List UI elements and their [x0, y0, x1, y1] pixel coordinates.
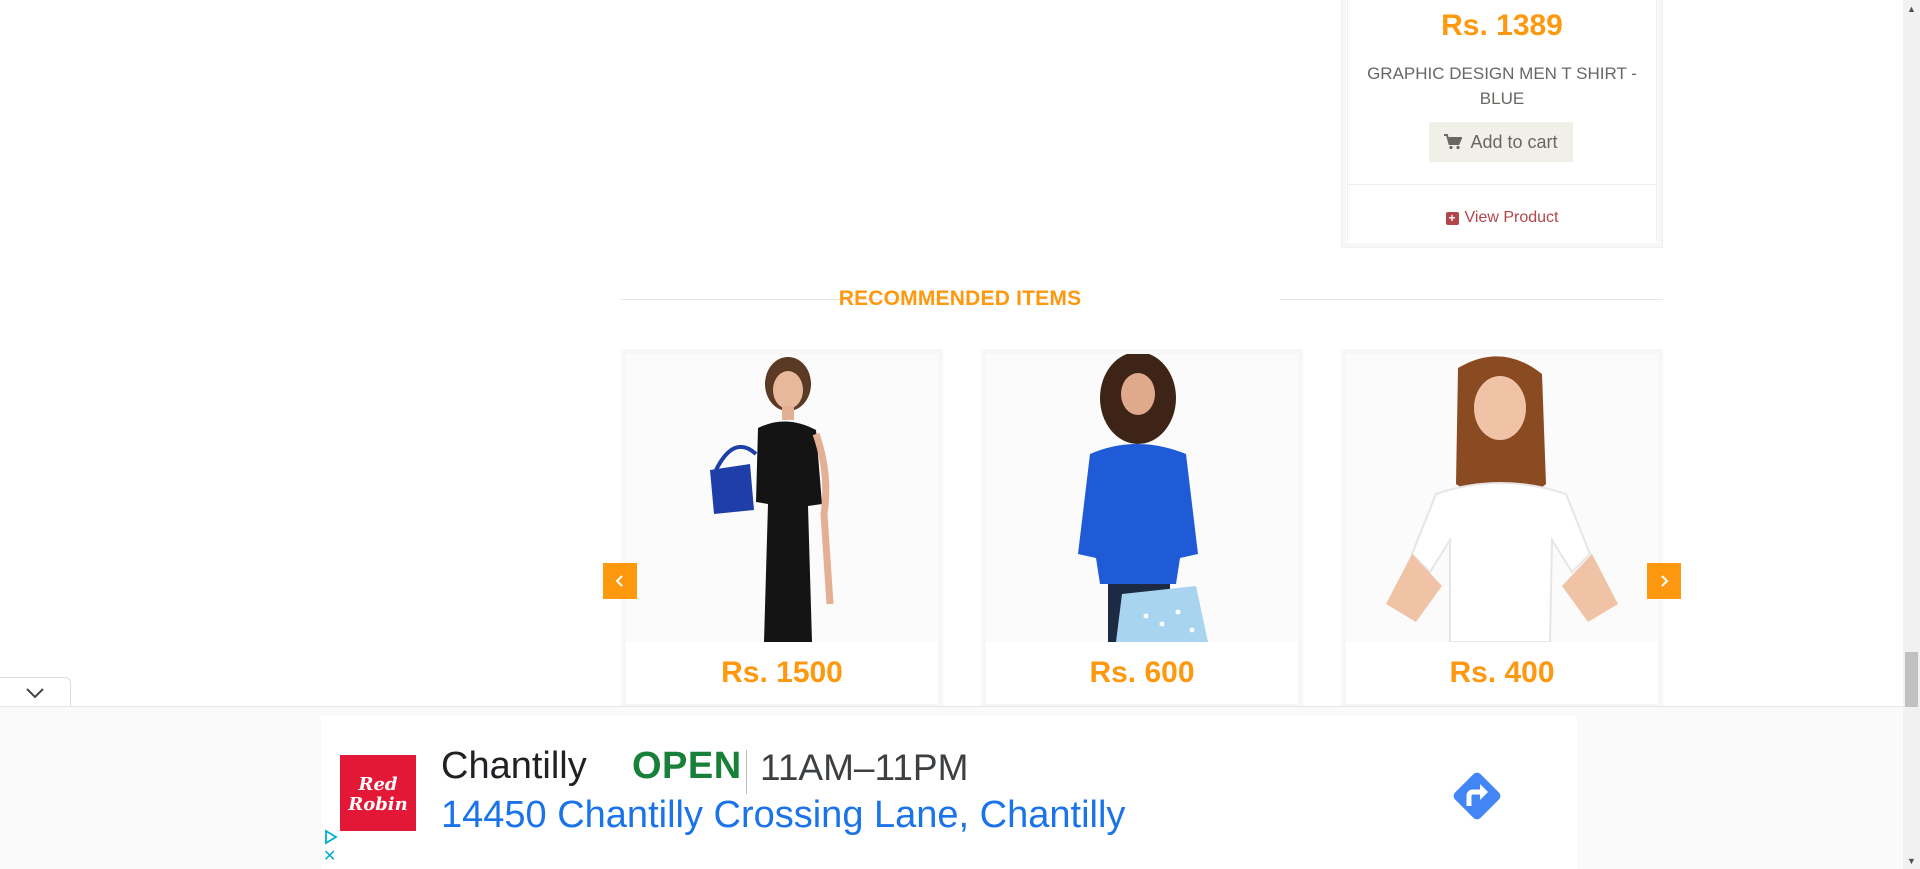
ad-location-name[interactable]: Chantilly	[441, 745, 587, 788]
add-to-cart-label: Add to cart	[1470, 131, 1558, 152]
ad-collapse-button[interactable]	[0, 677, 71, 707]
recommended-item-card: Rs. 1500	[621, 349, 943, 709]
shopping-cart-icon	[1444, 134, 1463, 150]
recommended-item-price: Rs. 600	[1089, 656, 1195, 689]
directions-icon[interactable]	[1445, 764, 1509, 828]
ad-open-status: OPEN	[632, 745, 742, 787]
ad-choices-icon[interactable]	[323, 829, 339, 845]
ad-close-icon[interactable]: ✕	[323, 849, 339, 865]
carousel-next-button[interactable]	[1647, 563, 1681, 599]
scrollbar-thumb[interactable]	[1905, 652, 1918, 707]
page-scrollbar[interactable]: ▲ ▼	[1903, 0, 1920, 869]
recommended-items-title: RECOMMENDED ITEMS	[838, 287, 1082, 310]
recommended-item-card: Rs. 600	[981, 349, 1303, 709]
product-price: Rs. 1389	[1441, 9, 1563, 42]
ad-content[interactable]	[321, 716, 1577, 869]
svg-text:Red: Red	[358, 774, 398, 795]
chevron-down-icon	[26, 687, 44, 698]
chevron-right-icon	[1661, 575, 1669, 587]
chevron-left-icon	[615, 575, 623, 587]
plus-square-icon: +	[1445, 211, 1459, 225]
svg-text:Robin: Robin	[347, 794, 407, 815]
red-robin-logo[interactable]: Red Robin	[340, 755, 416, 831]
carousel-prev-button[interactable]	[603, 563, 637, 599]
ad-hours: 11AM–11PM	[760, 747, 969, 788]
recommended-item-price: Rs. 1500	[721, 656, 843, 689]
woman-blue-top-image	[986, 354, 1298, 642]
scroll-up-icon[interactable]: ▲	[1903, 0, 1920, 17]
product-name: GRAPHIC DESIGN MEN T SHIRT - BLUE	[1367, 64, 1637, 108]
scroll-down-icon[interactable]: ▼	[1903, 852, 1920, 869]
view-product-link[interactable]: + View Product	[1341, 209, 1663, 227]
recommended-item-price: Rs. 400	[1449, 656, 1555, 689]
woman-white-tshirt-image	[1346, 354, 1658, 642]
recommended-item-card: Rs. 400	[1341, 349, 1663, 709]
card-divider	[1347, 184, 1657, 185]
ad-address-link[interactable]: 14450 Chantilly Crossing Lane, Chantilly	[441, 794, 1125, 837]
add-to-cart-button[interactable]: Add to cart	[1429, 122, 1573, 162]
ad-separator	[746, 750, 747, 794]
woman-black-dress-image	[626, 354, 938, 642]
view-product-label: View Product	[1464, 209, 1559, 226]
